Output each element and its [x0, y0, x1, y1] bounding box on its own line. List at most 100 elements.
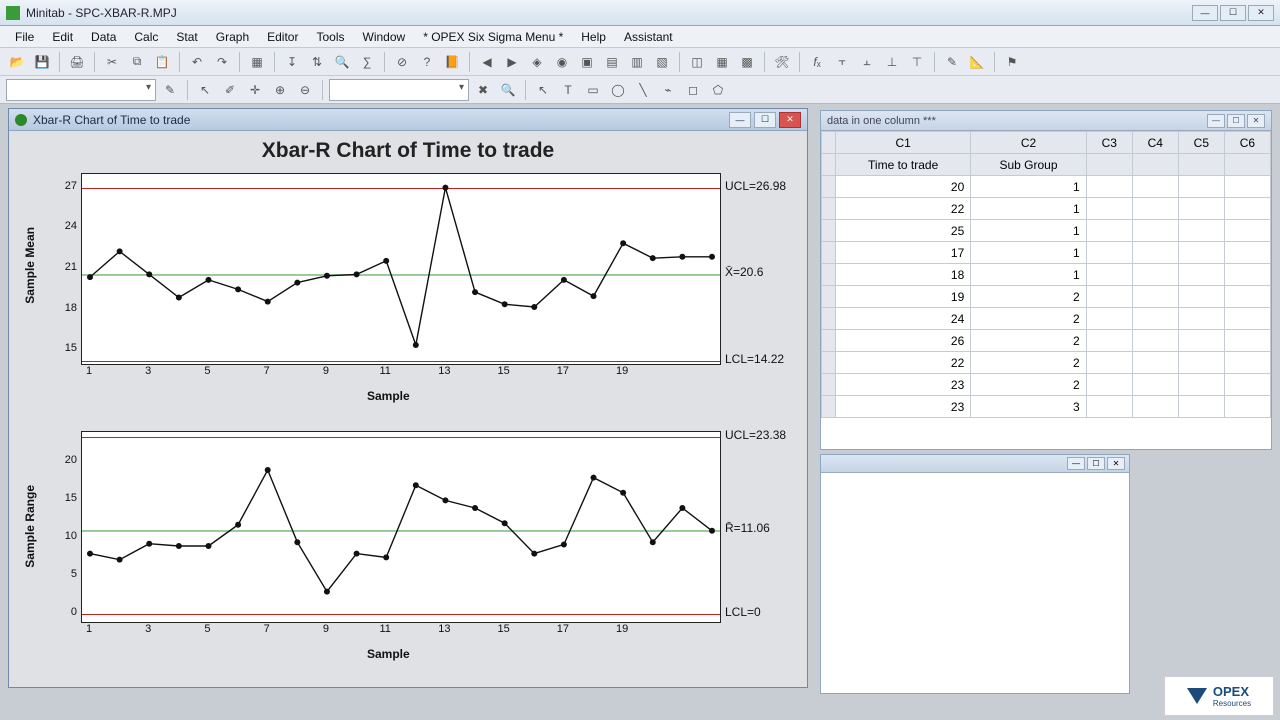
layout1-icon[interactable]: ◫: [686, 51, 708, 73]
nav1-icon[interactable]: ◀: [476, 51, 498, 73]
open-icon[interactable]: 📂: [6, 51, 28, 73]
table-row[interactable]: 222: [822, 352, 1271, 374]
menu-file[interactable]: File: [6, 28, 43, 46]
insert-icon[interactable]: ↧: [281, 51, 303, 73]
cancel-icon[interactable]: ⊘: [391, 51, 413, 73]
pointer-icon[interactable]: ↖: [532, 79, 554, 101]
table-row[interactable]: 221: [822, 198, 1271, 220]
element-combo[interactable]: [6, 79, 156, 101]
menu-edit[interactable]: Edit: [43, 28, 82, 46]
select-icon[interactable]: ↖: [194, 79, 216, 101]
crosshair-icon[interactable]: ✛: [244, 79, 266, 101]
table-row[interactable]: 192: [822, 286, 1271, 308]
table-row[interactable]: 251: [822, 220, 1271, 242]
table-row[interactable]: 171: [822, 242, 1271, 264]
col-header[interactable]: C5: [1178, 132, 1224, 154]
menu-calc[interactable]: Calc: [125, 28, 167, 46]
table-row[interactable]: 232: [822, 374, 1271, 396]
brush-icon[interactable]: ✎: [941, 51, 963, 73]
menu-stat[interactable]: Stat: [167, 28, 206, 46]
menu-graph[interactable]: Graph: [207, 28, 258, 46]
worksheet-titlebar[interactable]: data in one column *** — ☐ ✕: [821, 111, 1271, 131]
worksheet-icon[interactable]: ▦: [246, 51, 268, 73]
brush2-icon[interactable]: ✐: [219, 79, 241, 101]
nav6-icon[interactable]: ▤: [601, 51, 623, 73]
menu-help[interactable]: Help: [572, 28, 615, 46]
menu-assistant[interactable]: Assistant: [615, 28, 682, 46]
menu-editor[interactable]: Editor: [258, 28, 307, 46]
clear-icon[interactable]: ✖: [472, 79, 494, 101]
menu-window[interactable]: Window: [354, 28, 415, 46]
move-icon[interactable]: ⇅: [306, 51, 328, 73]
ruler-icon[interactable]: 📐: [966, 51, 988, 73]
chart-minimize-button[interactable]: —: [729, 112, 751, 128]
redo-icon[interactable]: ↷: [211, 51, 233, 73]
nav7-icon[interactable]: ▥: [626, 51, 648, 73]
table-row[interactable]: 181: [822, 264, 1271, 286]
line-icon[interactable]: ╲: [632, 79, 654, 101]
col-name[interactable]: [1132, 154, 1178, 176]
undo-icon[interactable]: ↶: [186, 51, 208, 73]
fx-icon[interactable]: fₓ: [806, 51, 828, 73]
stat1-icon[interactable]: ⫟: [831, 51, 853, 73]
cut-icon[interactable]: ✂: [101, 51, 123, 73]
nav5-icon[interactable]: ▣: [576, 51, 598, 73]
table-row[interactable]: 233: [822, 396, 1271, 418]
window-close-button[interactable]: ✕: [1248, 5, 1274, 21]
flag-icon[interactable]: ⚑: [1001, 51, 1023, 73]
worksheet-grid[interactable]: C1C2C3C4C5C6Time to tradeSub Group201221…: [821, 131, 1271, 418]
reportpad-icon[interactable]: 📙: [441, 51, 463, 73]
ellipse-icon[interactable]: ◯: [607, 79, 629, 101]
worksheet-minimize-button[interactable]: —: [1207, 114, 1225, 128]
session-minimize-button[interactable]: —: [1067, 457, 1085, 470]
table-row[interactable]: 201: [822, 176, 1271, 198]
window-minimize-button[interactable]: —: [1192, 5, 1218, 21]
chart-maximize-button[interactable]: ☐: [754, 112, 776, 128]
find-icon[interactable]: 🔍: [331, 51, 353, 73]
zoom-icon[interactable]: 🔍: [497, 79, 519, 101]
copy-icon[interactable]: ⧉: [126, 51, 148, 73]
col-name[interactable]: Time to trade: [836, 154, 971, 176]
help-icon[interactable]: ?: [416, 51, 438, 73]
window-maximize-button[interactable]: ☐: [1220, 5, 1246, 21]
menu-opex[interactable]: * OPEX Six Sigma Menu *: [414, 28, 572, 46]
session-titlebar[interactable]: — ☐ ✕: [821, 455, 1129, 473]
delpoint-icon[interactable]: ⊖: [294, 79, 316, 101]
rect-icon[interactable]: ▭: [582, 79, 604, 101]
col-header[interactable]: C1: [836, 132, 971, 154]
col-header[interactable]: C4: [1132, 132, 1178, 154]
col-name[interactable]: [1224, 154, 1270, 176]
col-name[interactable]: [1178, 154, 1224, 176]
session-maximize-button[interactable]: ☐: [1087, 457, 1105, 470]
stat4-icon[interactable]: ⊤: [906, 51, 928, 73]
edit-element-icon[interactable]: ✎: [159, 79, 181, 101]
paste-icon[interactable]: 📋: [151, 51, 173, 73]
calc-icon[interactable]: ∑: [356, 51, 378, 73]
chart-close-button[interactable]: ✕: [779, 112, 801, 128]
addpoint-icon[interactable]: ⊕: [269, 79, 291, 101]
r-plot[interactable]: [81, 431, 721, 623]
nav3-icon[interactable]: ◈: [526, 51, 548, 73]
toolbox-icon[interactable]: 🛠: [771, 51, 793, 73]
col-header[interactable]: C6: [1224, 132, 1270, 154]
col-header[interactable]: C3: [1086, 132, 1132, 154]
table-row[interactable]: 242: [822, 308, 1271, 330]
nav4-icon[interactable]: ◉: [551, 51, 573, 73]
worksheet-maximize-button[interactable]: ☐: [1227, 114, 1245, 128]
marker-icon[interactable]: ◻: [682, 79, 704, 101]
polygon-icon[interactable]: ⬠: [707, 79, 729, 101]
col-header[interactable]: C2: [971, 132, 1086, 154]
xbar-plot[interactable]: [81, 173, 721, 365]
layout3-icon[interactable]: ▩: [736, 51, 758, 73]
save-icon[interactable]: 💾: [31, 51, 53, 73]
stat3-icon[interactable]: ⊥: [881, 51, 903, 73]
style-combo[interactable]: [329, 79, 469, 101]
menu-tools[interactable]: Tools: [307, 28, 353, 46]
worksheet-close-button[interactable]: ✕: [1247, 114, 1265, 128]
layout2-icon[interactable]: ▦: [711, 51, 733, 73]
stat2-icon[interactable]: ⫠: [856, 51, 878, 73]
menu-data[interactable]: Data: [82, 28, 125, 46]
table-row[interactable]: 262: [822, 330, 1271, 352]
nav2-icon[interactable]: ▶: [501, 51, 523, 73]
chart-window-titlebar[interactable]: Xbar-R Chart of Time to trade — ☐ ✕: [9, 109, 807, 131]
